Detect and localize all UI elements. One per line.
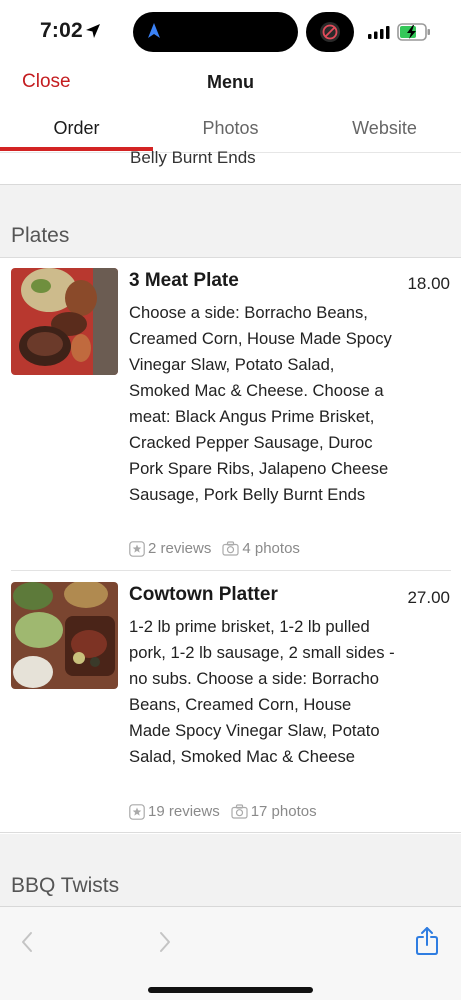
battery-charging-icon <box>397 23 430 41</box>
camera-icon <box>231 804 248 819</box>
browser-toolbar <box>0 906 461 1000</box>
item-price: 18.00 <box>407 274 450 293</box>
review-count[interactable]: 2 reviews <box>148 540 211 557</box>
navigation-icon <box>148 23 160 38</box>
menu-item[interactable]: Cowtown Platter 27.00 1-2 lb prime brisk… <box>0 571 461 833</box>
status-bar: 7:02 <box>0 0 461 62</box>
section-title: Plates <box>11 224 70 247</box>
food-photo-image <box>11 582 118 689</box>
home-indicator <box>148 987 313 993</box>
back-icon[interactable] <box>19 930 35 954</box>
status-time: 7:02 <box>40 19 83 42</box>
camera-icon <box>222 541 239 556</box>
item-price: 27.00 <box>407 588 450 607</box>
signal-icon <box>368 26 390 39</box>
star-icon <box>129 540 145 557</box>
photo-count[interactable]: 17 photos <box>251 803 317 820</box>
item-photo[interactable] <box>11 582 118 689</box>
tab-photos[interactable]: Photos <box>153 118 308 139</box>
dynamic-island-secondary <box>306 12 354 52</box>
menu-item[interactable]: 3 Meat Plate 18.00 Choose a side: Borrac… <box>0 257 461 570</box>
review-count[interactable]: 19 reviews <box>148 803 220 820</box>
no-symbol-icon <box>320 22 340 42</box>
tab-website[interactable]: Website <box>308 118 461 139</box>
share-icon[interactable] <box>415 926 439 956</box>
item-meta: 19 reviews 17 photos <box>129 803 317 820</box>
section-header-bbq-twists: BBQ Twists <box>0 834 461 906</box>
tab-bar: Order Photos Website <box>0 106 461 153</box>
page-title: Menu <box>207 72 254 92</box>
food-photo-image <box>11 268 118 375</box>
item-description: 1-2 lb prime brisket, 1-2 lb pulled pork… <box>129 617 395 766</box>
star-icon <box>129 803 145 820</box>
item-description: Choose a side: Borracho Beans, Creamed C… <box>129 303 392 504</box>
item-photo[interactable] <box>11 268 118 375</box>
item-meta: 2 reviews 4 photos <box>129 540 300 557</box>
previous-item-description: Belly Burnt Ends <box>130 148 256 167</box>
section-header-plates: Plates <box>0 185 461 257</box>
location-arrow-icon <box>86 24 100 38</box>
photo-count[interactable]: 4 photos <box>242 540 300 557</box>
dynamic-island <box>133 12 298 52</box>
item-name: 3 Meat Plate <box>129 270 239 291</box>
tab-order[interactable]: Order <box>0 118 153 139</box>
section-title: BBQ Twists <box>11 874 120 897</box>
item-name: Cowtown Platter <box>129 584 278 605</box>
forward-icon[interactable] <box>157 930 173 954</box>
